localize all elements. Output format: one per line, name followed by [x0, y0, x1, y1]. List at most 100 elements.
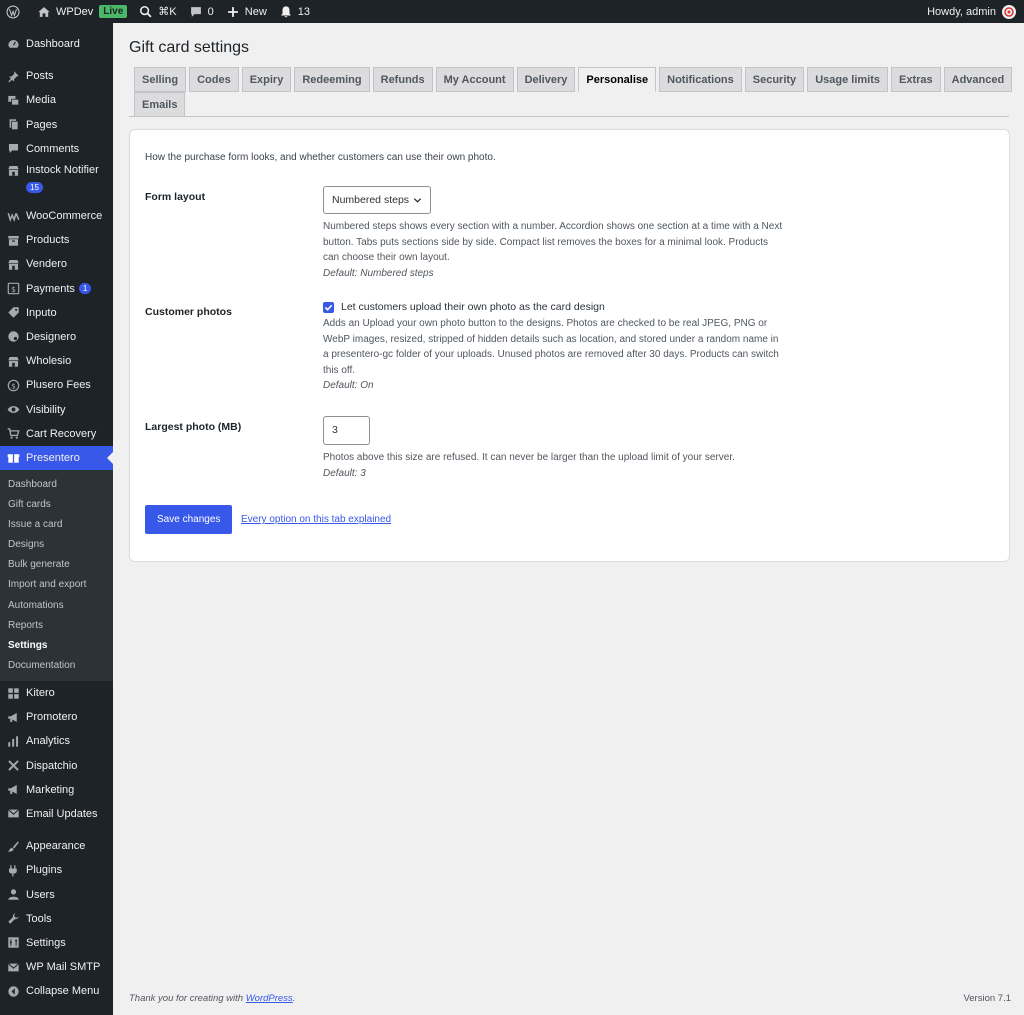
sidebar-item-label: Pages: [26, 118, 58, 131]
save-button[interactable]: Save changes: [145, 505, 233, 534]
sidebar-item-label: WooCommerce: [26, 210, 103, 223]
sidebar-item-marketing[interactable]: Marketing: [0, 778, 113, 802]
tab-emails[interactable]: Emails: [134, 92, 186, 117]
tab-usage-limits[interactable]: Usage limits: [807, 67, 888, 92]
sidebar-item-designero[interactable]: Designero: [0, 325, 113, 349]
sidebar-item-promotero[interactable]: Promotero: [0, 705, 113, 729]
sidebar-item-label: Dashboard: [26, 38, 80, 51]
tab-my-account[interactable]: My Account: [435, 67, 514, 92]
form-layout-select[interactable]: Numbered steps: [323, 186, 432, 214]
submenu-item-issue-a-card[interactable]: Issue a card: [0, 515, 113, 535]
admin-sidebar: Dashboard Posts Media Pages Comments Instock…: [0, 23, 113, 1015]
megaphone-icon: [8, 785, 17, 795]
customer-photos-field: Let customers upload their own photo as …: [323, 301, 783, 391]
checkmark-icon: [324, 304, 333, 311]
search-shortcut: ⌘K: [158, 6, 177, 18]
my-account-menu[interactable]: Howdy, admin: [927, 4, 1024, 19]
sidebar-item-media[interactable]: Media: [0, 88, 113, 112]
customer-photos-description: Adds an Upload your own photo button to …: [323, 318, 779, 376]
submenu-item-settings[interactable]: Settings: [0, 636, 113, 656]
mail-icon: [7, 809, 20, 818]
sidebar-item-label: Payments: [26, 282, 75, 295]
tab-notifications[interactable]: Notifications: [659, 67, 742, 92]
command-search-button[interactable]: ⌘K: [133, 0, 182, 23]
sidebar-item-label: Products: [26, 234, 70, 247]
sidebar-item-dashboard[interactable]: Dashboard: [0, 32, 113, 56]
settings-panel: How the purchase form looks, and whether…: [129, 129, 1010, 562]
tab-selling[interactable]: Selling: [134, 67, 187, 92]
tab-redeeming[interactable]: Redeeming: [294, 67, 370, 92]
tag-icon: [8, 307, 19, 318]
tab-delivery[interactable]: Delivery: [516, 67, 576, 92]
sidebar-item-plugins[interactable]: Plugins: [0, 858, 113, 882]
bell-icon: [280, 5, 291, 17]
sidebar-item-products[interactable]: Products: [0, 228, 113, 252]
customer-photos-checkbox[interactable]: [323, 301, 334, 313]
sidebar-item-instock-notifier[interactable]: Instock Notifier 15: [0, 161, 113, 196]
submenu-item-automations[interactable]: Automations: [0, 596, 113, 616]
tab-advanced[interactable]: Advanced: [943, 67, 1013, 92]
brush-icon: [8, 840, 19, 852]
customer-photos-checkbox-label: Let customers upload their own photo as …: [341, 301, 605, 313]
sidebar-item-collapse-menu[interactable]: Collapse Menu: [0, 979, 113, 1003]
footer-version: Version 7.1: [963, 993, 1011, 1004]
store-icon: [8, 356, 19, 367]
notifications-button[interactable]: 13: [273, 0, 316, 23]
sidebar-item-inputo[interactable]: Inputo: [0, 301, 113, 325]
money-icon: $: [7, 379, 20, 392]
site-name-link[interactable]: WPDev Live: [31, 0, 133, 23]
tab-extras[interactable]: Extras: [891, 67, 941, 92]
sidebar-item-posts[interactable]: Posts: [0, 64, 113, 88]
sidebar-item-vendero[interactable]: Vendero: [0, 252, 113, 276]
largest-photo-description: Photos above this size are refused. It c…: [323, 452, 735, 463]
submenu-item-bulk-generate[interactable]: Bulk generate: [0, 555, 113, 575]
tab-personalise[interactable]: Personalise: [578, 67, 657, 92]
sidebar-item-wholesio[interactable]: Wholesio: [0, 349, 113, 373]
pages-icon: [9, 119, 19, 131]
sidebar-item-email-updates[interactable]: Email Updates: [0, 802, 113, 826]
customer-photos-default: Default: On: [323, 380, 374, 391]
submenu-item-dashboard[interactable]: Dashboard: [0, 475, 113, 495]
largest-photo-label: Largest photo (MB): [145, 421, 242, 433]
submenu-item-gift-cards[interactable]: Gift cards: [0, 495, 113, 515]
tab-security[interactable]: Security: [744, 67, 805, 92]
sidebar-item-users[interactable]: Users: [0, 882, 113, 906]
sidebar-item-dispatchio[interactable]: Dispatchio: [0, 754, 113, 778]
wordpress-logo-button[interactable]: [0, 0, 31, 23]
collapse-icon: [8, 986, 19, 997]
sidebar-item-kitero[interactable]: Kitero: [0, 681, 113, 705]
sidebar-item-tools[interactable]: Tools: [0, 907, 113, 931]
palette-icon: [8, 331, 19, 343]
submenu-item-reports[interactable]: Reports: [0, 616, 113, 636]
submenu-item-import-and-export[interactable]: Import and export: [0, 575, 113, 595]
comments-button[interactable]: 0: [183, 0, 220, 23]
grid-icon: [8, 687, 19, 699]
tab-refunds[interactable]: Refunds: [372, 67, 433, 92]
sidebar-item-comments[interactable]: Comments: [0, 137, 113, 161]
sidebar-item-pages[interactable]: Pages: [0, 113, 113, 137]
submenu-item-documentation[interactable]: Documentation: [0, 656, 113, 676]
sidebar-item-presentero[interactable]: Presentero: [0, 445, 113, 470]
store-icon: [8, 165, 19, 176]
new-content-button[interactable]: New: [220, 0, 273, 23]
submenu-item-designs[interactable]: Designs: [0, 535, 113, 555]
tab-codes[interactable]: Codes: [189, 67, 239, 92]
explain-options-link[interactable]: Every option on this tab explained: [241, 514, 391, 525]
wordpress-link[interactable]: WordPress: [246, 993, 293, 1004]
plus-icon: [227, 6, 238, 17]
sidebar-item-label: Promotero: [26, 711, 78, 724]
sidebar-item-analytics[interactable]: Analytics: [0, 729, 113, 753]
sidebar-item-settings[interactable]: Settings: [0, 931, 113, 955]
largest-photo-input[interactable]: 3: [323, 416, 370, 445]
sidebar-item-visibility[interactable]: Visibility: [0, 397, 113, 421]
sidebar-item-payments[interactable]: $ Payments 1: [0, 277, 113, 301]
sidebar-item-cart-recovery[interactable]: Cart Recovery: [0, 422, 113, 446]
tabs-divider: [129, 116, 1009, 117]
comment-icon: [8, 144, 19, 154]
sidebar-item-appearance[interactable]: Appearance: [0, 834, 113, 858]
tab-expiry[interactable]: Expiry: [241, 67, 292, 92]
sidebar-item-wp-mail-smtp[interactable]: WP Mail SMTP: [0, 955, 113, 979]
sidebar-item-woocommerce[interactable]: WooCommerce: [0, 204, 113, 228]
customer-photos-checkbox-row[interactable]: Let customers upload their own photo as …: [323, 301, 783, 313]
sidebar-item-plusero-fees[interactable]: $ Plusero Fees: [0, 373, 113, 397]
